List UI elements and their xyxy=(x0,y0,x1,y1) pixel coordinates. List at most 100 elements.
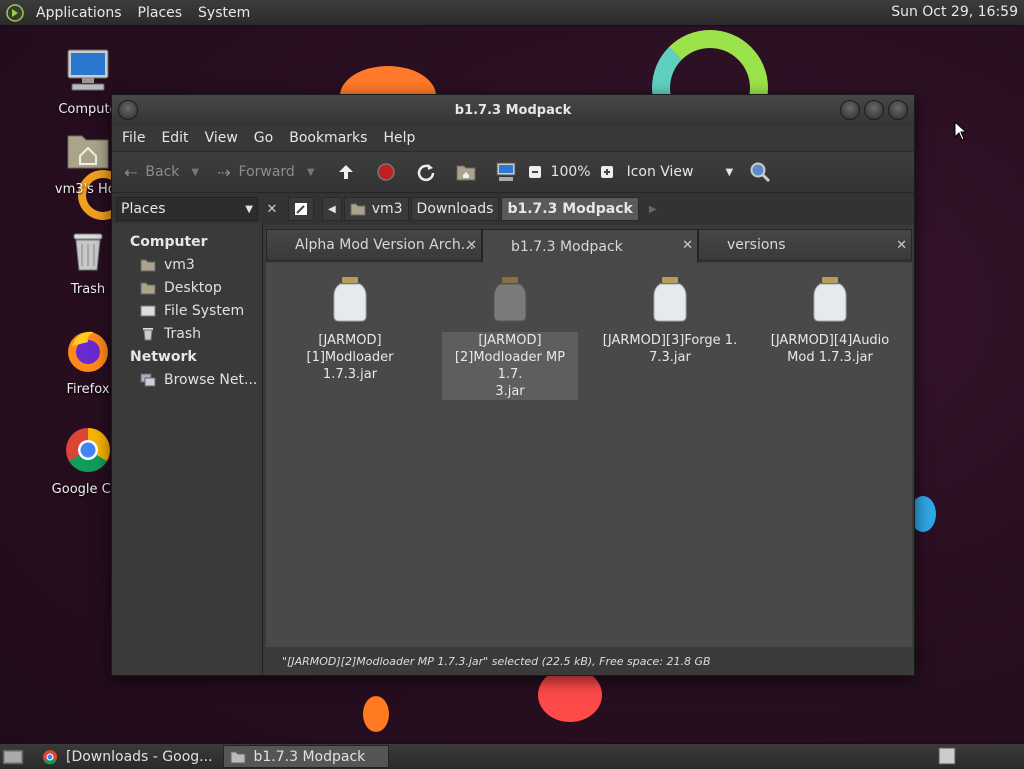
menu-system[interactable]: System xyxy=(190,5,258,21)
toolbar: ⇠ Back ▼ ⇢ Forward ▼ 100% Icon View ▼ xyxy=(112,151,914,193)
back-label: Back xyxy=(145,164,180,180)
reload-icon xyxy=(417,164,434,182)
edit-location-button[interactable] xyxy=(288,197,314,221)
file-manager-window: b1.7.3 Modpack File Edit View Go Bookmar… xyxy=(111,94,915,676)
location-bar: Places ▼ ✕ ◀ vm3 Downloads b1.7.3 Modpac… xyxy=(112,193,914,225)
stop-button[interactable] xyxy=(375,161,397,183)
sidebar-item-trash[interactable]: Trash xyxy=(112,322,262,345)
search-icon xyxy=(750,162,771,183)
firefox-icon xyxy=(68,331,108,372)
minimize-button[interactable] xyxy=(840,100,860,120)
chevron-down-icon: ▼ xyxy=(725,166,734,178)
forward-label: Forward xyxy=(238,164,295,180)
forward-history-dropdown-icon[interactable]: ▼ xyxy=(307,167,315,178)
decor-blob-red xyxy=(538,668,602,722)
breadcrumb-scroll-left[interactable]: ◀ xyxy=(322,197,342,221)
chevron-right-icon[interactable]: ▶ xyxy=(649,204,657,215)
tab-label: b1.7.3 Modpack xyxy=(511,238,623,255)
menu-edit[interactable]: Edit xyxy=(153,130,196,146)
file-item[interactable]: [JARMOD][3]Forge 1. 7.3.jar xyxy=(602,271,738,366)
sidebar-item-browse-network[interactable]: Browse Net... xyxy=(112,368,262,391)
close-sidebar-icon[interactable]: ✕ xyxy=(262,202,282,217)
menu-bookmarks[interactable]: Bookmarks xyxy=(281,130,375,146)
zoom-level[interactable]: 100% xyxy=(551,164,591,180)
close-tab-icon[interactable]: ✕ xyxy=(682,238,693,253)
breadcrumb-current[interactable]: b1.7.3 Modpack xyxy=(501,197,639,221)
tab-label: versions xyxy=(727,237,786,253)
up-button[interactable] xyxy=(335,161,357,183)
breadcrumb-downloads[interactable]: Downloads xyxy=(410,197,500,221)
close-button[interactable] xyxy=(888,100,908,120)
chevron-down-icon: ▼ xyxy=(245,203,253,215)
maximize-button[interactable] xyxy=(864,100,884,120)
menu-applications[interactable]: Applications xyxy=(28,5,130,21)
taskbar-item-file-manager[interactable]: b1.7.3 Modpack xyxy=(222,745,389,768)
chevron-left-icon: ◀ xyxy=(328,203,336,215)
reload-button[interactable] xyxy=(415,161,437,183)
home-folder-icon xyxy=(67,135,109,169)
folder-icon xyxy=(230,751,246,763)
file-item[interactable]: [JARMOD][4]Audio Mod 1.7.3.jar xyxy=(762,271,898,366)
tab-versions[interactable]: versions ✕ xyxy=(698,229,912,261)
status-bar: "[JARMOD][2]Modloader MP 1.7.3.jar" sele… xyxy=(266,647,912,675)
file-item[interactable]: [JARMOD] [1]Modloader 1.7.3.jar xyxy=(282,271,418,383)
close-tab-icon[interactable]: ✕ xyxy=(896,238,907,253)
menu-help[interactable]: Help xyxy=(375,130,423,146)
sidebar-item-desktop[interactable]: Desktop xyxy=(112,276,262,299)
file-label: [JARMOD][4]Audio Mod 1.7.3.jar xyxy=(770,333,890,365)
sidebar-heading-network: Network xyxy=(130,348,197,365)
jar-file-icon xyxy=(333,277,367,322)
search-button[interactable] xyxy=(749,161,771,183)
zoom-in-button[interactable] xyxy=(599,161,615,183)
desktop-folder-icon xyxy=(140,282,156,294)
menu-file[interactable]: File xyxy=(114,130,153,146)
window-menu-button[interactable] xyxy=(118,100,138,120)
breadcrumb-label: vm3 xyxy=(371,201,403,217)
taskbar-item-label: [Downloads - Goog... xyxy=(66,748,213,765)
tab-bar: Alpha Mod Version Arch... ✕ b1.7.3 Modpa… xyxy=(266,229,912,263)
sidebar-item-file-system[interactable]: File System xyxy=(112,299,262,322)
chrome-icon xyxy=(43,749,57,764)
sidebar-item-label: Trash xyxy=(164,325,201,342)
stop-icon xyxy=(376,163,395,181)
applications-icon[interactable] xyxy=(6,3,24,22)
sidebar-item-vm3[interactable]: vm3 xyxy=(112,253,262,276)
menu-go[interactable]: Go xyxy=(246,130,281,146)
menu-view[interactable]: View xyxy=(197,130,246,146)
window-title: b1.7.3 Modpack xyxy=(454,102,572,118)
zoom-in-icon xyxy=(600,166,613,178)
forward-button[interactable]: ⇢ Forward ▼ xyxy=(217,163,314,182)
show-desktop-icon[interactable] xyxy=(2,748,24,766)
zoom-out-icon xyxy=(528,166,541,178)
clock[interactable]: Sun Oct 29, 16:59 xyxy=(891,4,1018,20)
taskbar-item-label: b1.7.3 Modpack xyxy=(253,748,366,765)
computer-icon xyxy=(67,49,109,91)
file-label: [JARMOD][3]Forge 1. 7.3.jar xyxy=(602,333,738,365)
up-arrow-icon xyxy=(338,165,353,179)
tab-alpha-mod[interactable]: Alpha Mod Version Arch... ✕ xyxy=(266,229,482,261)
home-folder-icon xyxy=(140,259,156,271)
sidebar-item-label: vm3 xyxy=(164,256,195,273)
close-tab-icon[interactable]: ✕ xyxy=(466,238,477,253)
window-titlebar[interactable]: b1.7.3 Modpack xyxy=(112,95,914,125)
places-sidebar: Computer vm3 Desktop File System Trash N… xyxy=(112,223,263,675)
computer-icon xyxy=(496,162,516,181)
back-history-dropdown-icon[interactable]: ▼ xyxy=(191,167,199,178)
taskbar-item-chrome[interactable]: [Downloads - Goog... xyxy=(36,746,219,767)
file-item-selected[interactable]: [JARMOD] [2]Modloader MP 1.7. 3.jar xyxy=(442,271,578,400)
computer-button[interactable] xyxy=(495,161,517,183)
workspace-switcher-icon[interactable] xyxy=(938,747,956,765)
tab-b173-modpack[interactable]: b1.7.3 Modpack ✕ xyxy=(482,229,698,263)
view-mode-select[interactable]: Icon View ▼ xyxy=(627,164,734,180)
home-button[interactable] xyxy=(455,161,477,183)
sidebar-item-label: File System xyxy=(164,302,245,319)
network-icon xyxy=(140,373,156,386)
sidebar-selector[interactable]: Places ▼ xyxy=(116,197,258,221)
zoom-out-button[interactable] xyxy=(527,161,543,183)
breadcrumb-vm3[interactable]: vm3 xyxy=(343,197,409,221)
trash-icon xyxy=(73,233,103,271)
back-button[interactable]: ⇠ Back ▼ xyxy=(124,163,199,182)
menu-places[interactable]: Places xyxy=(130,5,191,21)
mouse-cursor-icon xyxy=(954,121,968,141)
file-view[interactable]: [JARMOD] [1]Modloader 1.7.3.jar [JARMOD][… xyxy=(266,263,912,647)
